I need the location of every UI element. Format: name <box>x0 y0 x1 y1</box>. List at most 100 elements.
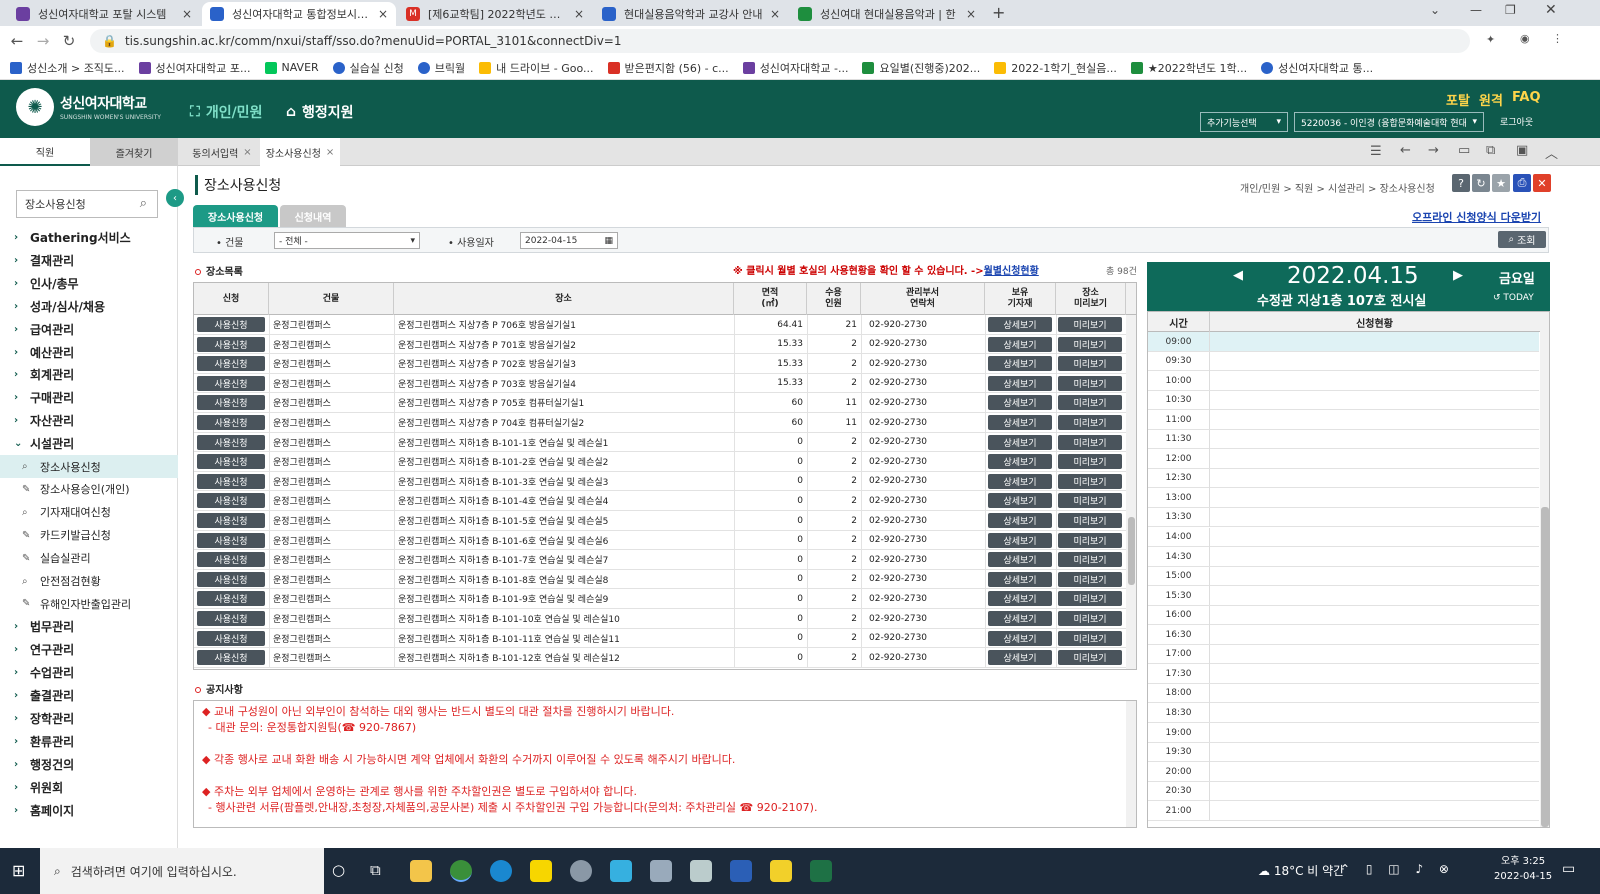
bookmark[interactable]: 성신여자대학교 포... <box>138 60 251 76</box>
minimize-icon[interactable]: — <box>1470 3 1482 17</box>
sidebar-menu-item[interactable]: › 장학관리 <box>0 707 178 730</box>
notification-icon[interactable]: ▭ <box>1562 861 1575 877</box>
cortana-icon[interactable]: ○ <box>332 861 345 879</box>
back-icon[interactable]: ← <box>4 32 30 50</box>
file-explorer-icon[interactable] <box>410 860 432 882</box>
sidebar-menu-item[interactable]: › 구매관리 <box>0 386 178 409</box>
table-row[interactable]: 사용신청 운정그린캠퍼스 운정그린캠퍼스 지상7층 P 705호 컴퓨터실기실1 60… <box>194 393 1126 413</box>
remote-link[interactable]: 원격 <box>1479 90 1503 109</box>
arrow-right-icon[interactable]: → <box>1428 143 1439 158</box>
apply-button[interactable]: 사용신청 <box>197 415 265 430</box>
preview-button[interactable]: 미리보기 <box>1058 532 1122 548</box>
apply-button[interactable]: 사용신청 <box>197 571 265 587</box>
column-header[interactable]: 면적 (㎡) <box>734 283 807 315</box>
close-page-icon[interactable]: ✕ <box>1533 174 1551 192</box>
bookmark[interactable]: 실습실 신청 <box>332 60 404 76</box>
restore-icon[interactable]: ❐ <box>1505 3 1516 17</box>
tab-staff[interactable]: 직원 <box>0 138 90 166</box>
logout-button[interactable]: 로그아웃 <box>1500 115 1533 128</box>
menu-personal[interactable]: ⛶ 개인/민원 <box>190 102 262 122</box>
time-slot[interactable]: 21:00 <box>1148 801 1539 821</box>
apply-button[interactable]: 사용신청 <box>197 317 265 332</box>
maximize-icon[interactable]: ▣ <box>1516 143 1528 158</box>
table-row[interactable]: 사용신청 운정그린캠퍼스 운정그린캠퍼스 지하1층 B-101-5호 연습실 및 레… <box>194 511 1126 531</box>
sticky-notes-icon[interactable] <box>770 860 792 882</box>
detail-button[interactable]: 상세보기 <box>988 513 1052 528</box>
table-row[interactable]: 사용신청 운정그린캠퍼스 운정그린캠퍼스 지하1층 B-101-2호 연습실 및 레… <box>194 452 1126 472</box>
detail-button[interactable]: 상세보기 <box>988 415 1052 430</box>
tab-search-icon[interactable]: ⌄ <box>1430 3 1440 17</box>
url-input[interactable]: 🔒 tis.sungshin.ac.kr/comm/nxui/staff/sso… <box>90 29 1470 53</box>
university-logo[interactable]: ✺ 성신여자대학교 SUNGSHIN WOMEN'S UNIVERSITY <box>16 88 161 126</box>
apply-button[interactable]: 사용신청 <box>197 473 265 489</box>
detail-button[interactable]: 상세보기 <box>988 473 1052 489</box>
time-slot[interactable]: 18:30 <box>1148 703 1539 723</box>
sidebar-menu-item[interactable]: › 인사/총무 <box>0 272 178 295</box>
preview-button[interactable]: 미리보기 <box>1058 473 1122 489</box>
preview-button[interactable]: 미리보기 <box>1058 356 1122 372</box>
word-icon[interactable] <box>730 860 752 882</box>
table-row[interactable]: 사용신청 운정그린캠퍼스 운정그린캠퍼스 지상7층 P 701호 방음실기실2 15.… <box>194 334 1126 355</box>
preview-button[interactable]: 미리보기 <box>1058 571 1122 587</box>
taskbar-search-input[interactable]: ⌕ 검색하려면 여기에 입력하십시오. <box>40 848 324 894</box>
apply-button[interactable]: 사용신청 <box>197 395 265 411</box>
subtab-place-request[interactable]: 장소사용신청 <box>193 205 278 227</box>
app-icon[interactable] <box>570 860 592 882</box>
reload-icon[interactable]: ↻ <box>56 32 82 50</box>
print-icon[interactable]: ⎙ <box>1513 174 1531 192</box>
menu-search-input[interactable]: 장소사용신청 ⌕ <box>16 190 158 218</box>
sidebar-sub-item[interactable]: ✎ 실습실관리 <box>0 547 178 570</box>
close-icon[interactable]: × <box>378 7 388 21</box>
arrow-left-icon[interactable]: ← <box>1400 143 1411 158</box>
time-slot[interactable]: 19:30 <box>1148 742 1539 763</box>
next-day-icon[interactable]: ▶ <box>1453 268 1463 283</box>
table-row[interactable]: 사용신청 운정그린캠퍼스 운정그린캠퍼스 지하1층 B-101-7호 연습실 및 레… <box>194 550 1126 570</box>
bookmark[interactable]: ★2022학년도 1학... <box>1130 60 1247 76</box>
calculator-icon[interactable] <box>690 860 712 882</box>
sidebar-collapse-icon[interactable]: ‹ <box>166 189 184 207</box>
detail-button[interactable]: 상세보기 <box>988 571 1052 587</box>
apply-button[interactable]: 사용신청 <box>197 532 265 548</box>
browser-menu-icon[interactable]: ⋮ <box>1552 32 1563 45</box>
close-icon[interactable]: × <box>326 147 334 158</box>
preview-button[interactable]: 미리보기 <box>1058 611 1122 626</box>
preview-button[interactable]: 미리보기 <box>1058 375 1122 391</box>
preview-button[interactable]: 미리보기 <box>1058 493 1122 509</box>
time-slot[interactable]: 10:00 <box>1148 371 1539 391</box>
preview-button[interactable]: 미리보기 <box>1058 434 1122 450</box>
browser-tab[interactable]: 현대실용음악학과 교강사 안내 × <box>594 2 788 26</box>
kakaotalk-icon[interactable] <box>530 860 552 882</box>
apply-button[interactable]: 사용신청 <box>197 336 265 352</box>
bookmark[interactable]: 성신여자대학교 -... <box>742 60 848 76</box>
detail-button[interactable]: 상세보기 <box>988 434 1052 450</box>
table-row[interactable]: 사용신청 운정그린캠퍼스 운정그린캠퍼스 지하1층 B-101-12호 연습실 및 … <box>194 648 1126 668</box>
detail-button[interactable]: 상세보기 <box>988 532 1052 548</box>
subtab-request-history[interactable]: 신청내역 <box>280 205 346 227</box>
detail-button[interactable]: 상세보기 <box>988 454 1052 470</box>
bookmark[interactable]: 받은편지함 (56) - c... <box>607 60 729 76</box>
browser-tab[interactable]: M [제6교학팀] 2022학년도 여름계... × <box>398 2 592 26</box>
app-icon[interactable] <box>650 860 672 882</box>
extensions-icon[interactable]: ✦ <box>1486 33 1495 46</box>
portal-link[interactable]: 포탈 <box>1446 90 1470 109</box>
apply-button[interactable]: 사용신청 <box>197 434 265 450</box>
close-icon[interactable]: × <box>182 7 192 21</box>
time-slot[interactable]: 20:30 <box>1148 781 1539 802</box>
sidebar-sub-item[interactable]: ⌕ 기자재대여신청 <box>0 501 178 524</box>
preview-button[interactable]: 미리보기 <box>1058 650 1122 666</box>
schedule-scrollbar[interactable] <box>1540 312 1549 827</box>
collapse-icon[interactable]: ︿ <box>1545 143 1558 162</box>
window-icon[interactable]: ▭ <box>1458 143 1470 158</box>
list-icon[interactable]: ☰ <box>1370 144 1382 159</box>
table-row[interactable]: 사용신청 운정그린캠퍼스 운정그린캠퍼스 지하1층 B-101-1호 연습실 및 레… <box>194 432 1126 453</box>
table-row[interactable]: 사용신청 운정그린캠퍼스 운정그린캠퍼스 지상7층 P 703호 방음실기실4 15.… <box>194 373 1126 394</box>
calendar-icon[interactable]: ▦ <box>604 236 613 246</box>
sidebar-menu-item[interactable]: › 출결관리 <box>0 684 178 707</box>
apply-button[interactable]: 사용신청 <box>197 454 265 470</box>
tab-place-request[interactable]: 장소사용신청 × <box>260 138 340 166</box>
today-button[interactable]: ↺ TODAY <box>1493 293 1534 303</box>
time-slot[interactable]: 13:00 <box>1148 488 1539 508</box>
monthly-status-link[interactable]: 월별신청현황 <box>984 266 1039 277</box>
user-select[interactable]: 5220036 - 이인경 (융합문화예술대학 현대 ▾ <box>1294 112 1484 132</box>
offline-form-download-link[interactable]: 오프라인 신청양식 다운받기 <box>1412 209 1541 225</box>
